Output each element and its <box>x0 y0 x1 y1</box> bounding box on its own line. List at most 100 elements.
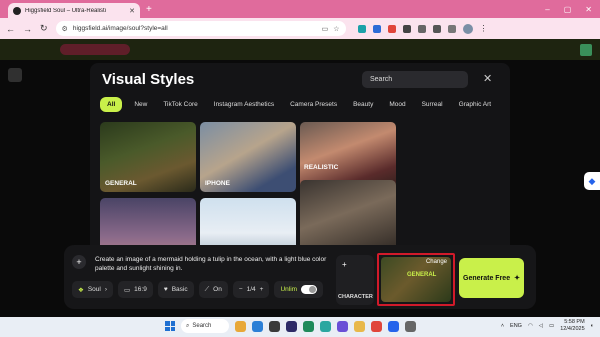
style-card-iphone[interactable]: IPHONE <box>200 122 296 192</box>
promo-banner <box>0 39 600 60</box>
tab-instagram-aesthetics[interactable]: Instagram Aesthetics <box>210 98 278 111</box>
system-tray: ˄ ENG ◠ ◁ ▭ 5:58 PM 12/4/2025 ◐ <box>501 319 594 333</box>
reload-icon[interactable]: ↻ <box>40 23 48 34</box>
extension-icon[interactable] <box>387 24 396 33</box>
start-icon[interactable] <box>165 321 175 331</box>
taskview-icon[interactable] <box>269 320 280 332</box>
tab-surreal[interactable]: Surreal <box>418 98 447 111</box>
maximize-button[interactable]: ▢ <box>564 5 572 14</box>
bookmark-star-icon[interactable]: ☆ <box>333 25 339 33</box>
chrome-icon[interactable] <box>371 320 382 332</box>
close-tab-icon[interactable]: ✕ <box>129 7 135 15</box>
wifi-icon[interactable]: ◠ <box>528 323 533 329</box>
taskbar-search-label: Search <box>192 323 212 329</box>
tab-title: Higgsfield Soul – Ultra-Realisti <box>25 7 107 14</box>
notifications-icon[interactable]: ◐ <box>591 323 594 329</box>
teams-icon[interactable] <box>337 320 348 332</box>
site-info-icon[interactable]: ⚙ <box>62 25 68 33</box>
settings-icon[interactable] <box>405 320 416 332</box>
cast-icon[interactable]: ▭ <box>322 25 329 33</box>
clock-time: 5:58 PM <box>564 319 585 325</box>
puzzle-icon[interactable] <box>432 24 441 33</box>
modal-title: Visual Styles <box>102 71 195 88</box>
model-selector[interactable]: ❖ Soul › <box>72 281 114 298</box>
language-indicator[interactable]: ENG <box>510 323 522 329</box>
minimize-button[interactable]: – <box>545 5 549 14</box>
extensions-area: ⋮ <box>357 23 488 34</box>
style-card-label: IPHONE <box>205 180 230 187</box>
address-bar[interactable]: ⚙ higgsfield.ai/image/soul?style=all ▭ ☆ <box>55 21 346 36</box>
widgets-icon[interactable] <box>235 320 246 332</box>
generate-button[interactable]: Generate Free ✦ <box>459 258 524 298</box>
extension-icon[interactable] <box>402 24 411 33</box>
tab-tiktok-core[interactable]: TikTok Core <box>159 98 201 111</box>
tab-mood[interactable]: Mood <box>385 98 409 111</box>
search-icon: ⌕ <box>186 322 190 329</box>
battery-icon[interactable]: ▭ <box>549 323 554 329</box>
close-modal-icon[interactable]: ✕ <box>483 72 492 85</box>
count-value: 1/4 <box>246 286 256 293</box>
character-label: CHARACTER <box>338 294 373 300</box>
app-icon[interactable] <box>320 320 331 332</box>
model-label: Soul <box>87 286 101 293</box>
decrement-button[interactable]: − <box>239 286 243 293</box>
windows-taskbar: ⌕ Search ˄ ENG ◠ ◁ ▭ 5:58 PM 12/4/2025 ◐ <box>0 317 600 337</box>
style-preview-selected[interactable]: Change GENERAL <box>377 253 455 306</box>
add-image-button[interactable]: + <box>72 255 86 269</box>
extension-icon[interactable] <box>372 24 381 33</box>
change-style-button[interactable]: Change <box>426 259 447 265</box>
tab-beauty[interactable]: Beauty <box>349 98 377 111</box>
menu-dots-icon[interactable]: ⋮ <box>480 24 488 33</box>
new-tab-button[interactable]: + <box>146 4 152 15</box>
enhance-label: On <box>213 286 222 293</box>
sidebar-icon[interactable] <box>447 24 456 33</box>
tab-graphic-art[interactable]: Graphic Art <box>455 98 496 111</box>
edge-icon[interactable] <box>252 320 263 332</box>
wand-icon: ⟋ <box>204 285 210 293</box>
taskbar-search[interactable]: ⌕ Search <box>181 319 229 333</box>
enhance-toggle[interactable]: ⟋ On <box>198 281 228 298</box>
style-card-label: GENERAL <box>105 180 137 187</box>
generate-label: Generate Free <box>463 274 511 282</box>
unlim-toggle[interactable]: Unlim <box>274 281 324 298</box>
prompt-input[interactable]: Create an image of a mermaid holding a t… <box>95 255 335 273</box>
app-icon[interactable] <box>388 320 399 332</box>
extension-icon[interactable] <box>357 24 366 33</box>
styles-search-input[interactable]: Search <box>362 71 468 88</box>
increment-button[interactable]: + <box>260 286 264 293</box>
tray-chevron-icon[interactable]: ˄ <box>501 323 504 329</box>
style-card[interactable] <box>300 180 396 255</box>
tab-all[interactable]: All <box>100 97 123 112</box>
category-tabs: All New TikTok Core Instagram Aesthetics… <box>100 97 495 112</box>
unlim-label: Unlim <box>280 286 298 293</box>
taskbar-apps: ⌕ Search <box>165 319 416 333</box>
toggle-switch[interactable] <box>301 285 318 294</box>
close-window-button[interactable]: ✕ <box>585 5 592 14</box>
quality-selector[interactable]: ♥ Basic <box>157 281 194 298</box>
volume-icon[interactable]: ◁ <box>539 323 543 329</box>
excel-icon[interactable] <box>303 320 314 332</box>
site-favicon-icon <box>13 6 21 15</box>
tab-camera-presets[interactable]: Camera Presets <box>286 98 341 111</box>
file-explorer-icon[interactable] <box>354 320 365 332</box>
browser-toolbar: ← → ↻ ⚙ higgsfield.ai/image/soul?style=a… <box>0 18 600 39</box>
address-url[interactable]: higgsfield.ai/image/soul?style=all <box>73 25 317 32</box>
aspect-ratio-selector[interactable]: ▭ 16:9 <box>118 281 153 298</box>
aspect-ratio-label: 16:9 <box>134 286 147 293</box>
tab-new[interactable]: New <box>130 98 151 111</box>
forward-icon[interactable]: → <box>23 24 32 34</box>
style-card-general[interactable]: GENERAL <box>100 122 196 192</box>
character-selector[interactable]: + CHARACTER <box>336 255 374 305</box>
profile-avatar[interactable] <box>462 23 473 34</box>
style-card-label: REALISTIC <box>304 164 339 171</box>
photoshop-icon[interactable] <box>286 320 297 332</box>
soul-model-icon: ❖ <box>78 286 84 294</box>
back-icon[interactable]: ← <box>6 24 15 34</box>
browser-tab[interactable]: Higgsfield Soul – Ultra-Realisti ✕ <box>8 3 140 18</box>
side-panel-toggle-icon[interactable]: ◆ <box>584 172 600 190</box>
browser-tabstrip: Higgsfield Soul – Ultra-Realisti ✕ + – ▢… <box>0 0 600 18</box>
quality-icon: ♥ <box>163 286 168 293</box>
clock-date: 12/4/2025 <box>560 326 585 332</box>
monitor-icon[interactable] <box>417 24 426 33</box>
clock[interactable]: 5:58 PM 12/4/2025 <box>560 319 584 333</box>
